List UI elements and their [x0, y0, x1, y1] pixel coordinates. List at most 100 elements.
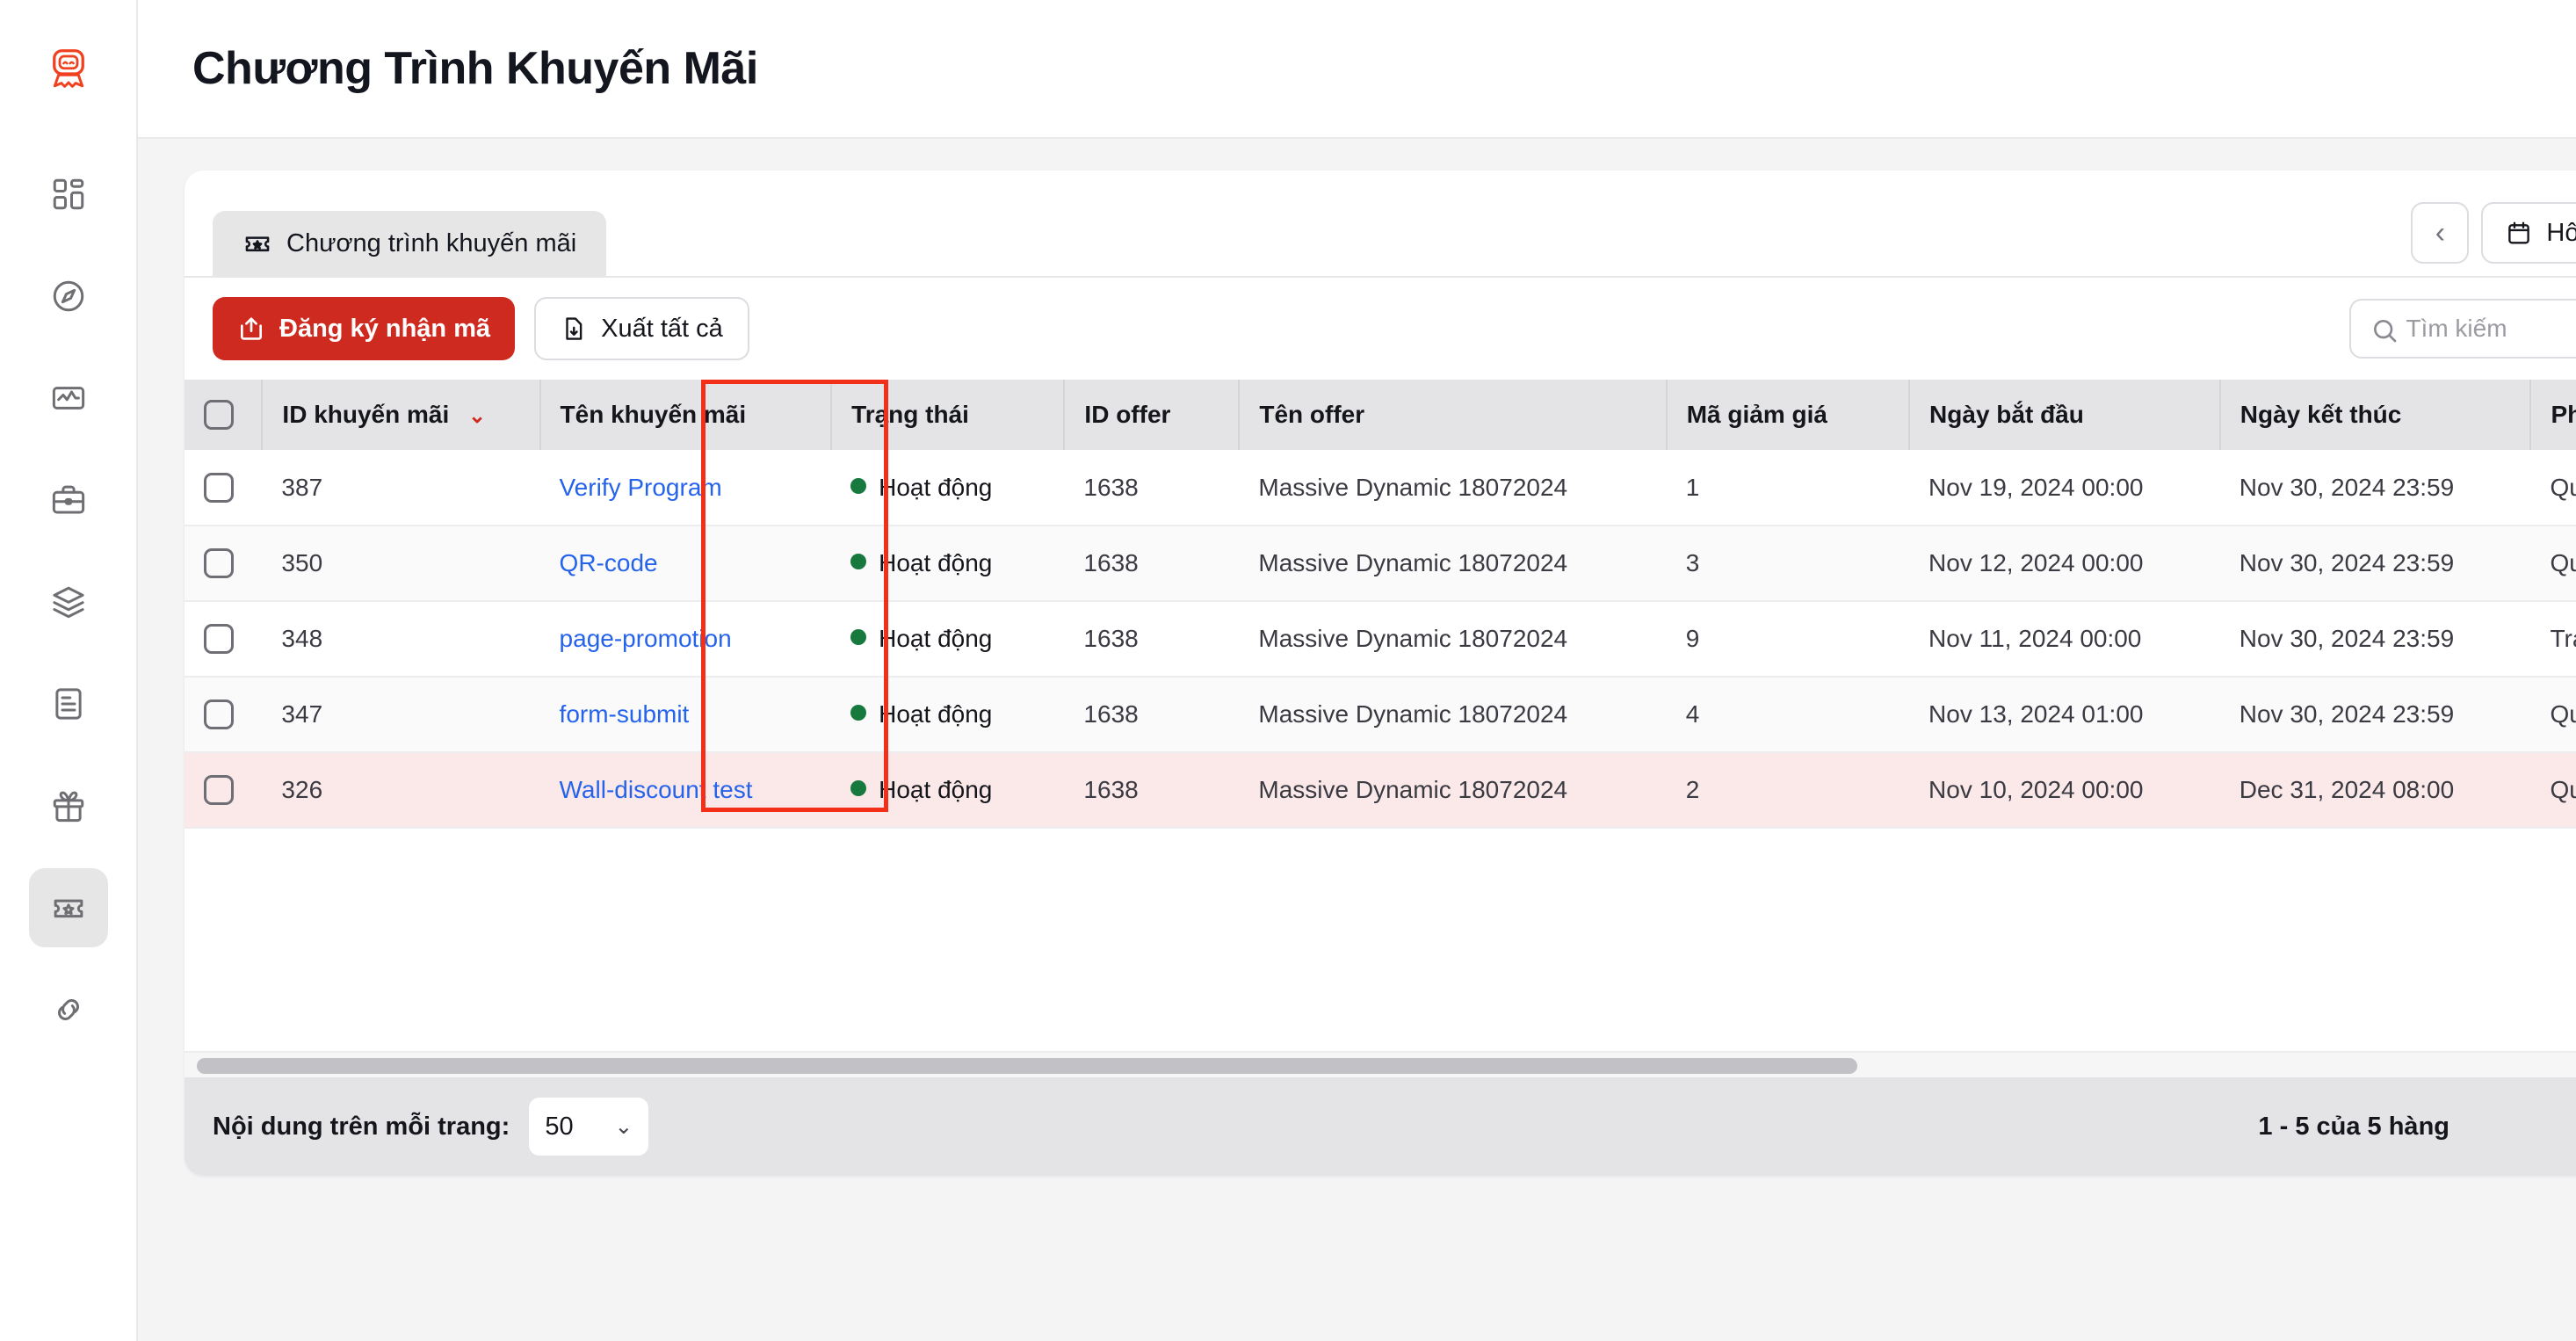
- cell-offer-id: 1638: [1064, 601, 1240, 678]
- cell-offer-name: Massive Dynamic 18072024: [1239, 526, 1667, 602]
- cell-promotion-name[interactable]: Wall-discount test: [539, 752, 832, 829]
- search-input[interactable]: [2406, 315, 2576, 343]
- row-checkbox[interactable]: [204, 624, 234, 655]
- th-promotion-name[interactable]: Tên khuyến mãi: [539, 380, 833, 450]
- pagination: 1 - 5 của 5 hàng « ‹ 1 › »: [2258, 1099, 2576, 1154]
- sidebar-item-documents[interactable]: [29, 664, 108, 743]
- cell-discount-code: 3: [1666, 526, 1910, 602]
- th-promotion-id[interactable]: ID khuyến mãi ⌄: [262, 380, 541, 450]
- cell-checkbox[interactable]: [185, 601, 263, 678]
- per-page-value: 50: [545, 1112, 574, 1141]
- table-row[interactable]: 387 Verify Program Hoạt động 1638 Massiv…: [185, 450, 2576, 526]
- cell-discount-code: 9: [1666, 601, 1910, 678]
- cell-start-date: Nov 13, 2024 01:00: [1909, 677, 2220, 753]
- th-offer-id[interactable]: ID offer: [1064, 380, 1241, 450]
- sidebar-item-analytics[interactable]: [29, 359, 108, 438]
- date-range-value: Hôm nay: Nov 25, 2024: [2546, 218, 2576, 247]
- select-all-checkbox[interactable]: [204, 400, 234, 431]
- sidebar-item-layers[interactable]: [29, 562, 108, 642]
- th-discount-code[interactable]: Mã giảm giá: [1666, 380, 1911, 450]
- cell-promotion-name[interactable]: form-submit: [539, 677, 832, 753]
- per-page-label: Nội dung trên mỗi trang:: [213, 1112, 510, 1141]
- th-end-date[interactable]: Ngày kết thúc: [2219, 380, 2532, 450]
- row-checkbox[interactable]: [204, 775, 234, 806]
- th-offer-name[interactable]: Tên offer: [1239, 380, 1668, 450]
- cell-promotion-id: 348: [262, 601, 540, 678]
- briefcase-icon: [52, 485, 84, 514]
- table-row[interactable]: 348 page-promotion Hoạt động 1638 Massiv…: [185, 601, 2576, 678]
- sidebar-nav: [28, 139, 108, 1049]
- cell-checkbox[interactable]: [185, 677, 263, 753]
- table-row[interactable]: 350 QR-code Hoạt động 1638 Massive Dynam…: [185, 526, 2576, 602]
- cell-promotion-name[interactable]: page-promotion: [539, 601, 832, 678]
- cell-access-method: Quảng cáo trực tiếp: [2530, 526, 2576, 602]
- sidebar-item-gifts[interactable]: [29, 766, 108, 845]
- cell-end-date: Nov 30, 2024 23:59: [2219, 526, 2531, 602]
- sidebar-item-promotions[interactable]: [28, 868, 108, 947]
- cell-checkbox[interactable]: [185, 526, 263, 602]
- register-code-button[interactable]: Đăng ký nhận mã: [213, 297, 516, 360]
- page-title: Chương Trình Khuyến Mãi: [192, 43, 758, 94]
- row-checkbox[interactable]: [204, 548, 234, 579]
- cell-access-method: Quảng cáo theo biểu mẫu: [2530, 677, 2576, 753]
- share-export-icon: [241, 317, 262, 340]
- cell-offer-id: 1638: [1064, 450, 1240, 526]
- date-prev-button[interactable]: ‹: [2411, 202, 2470, 264]
- table-scroll-region[interactable]: ID khuyến mãi ⌄ Tên khuyến mãi Trạng thá…: [185, 380, 2576, 1051]
- cell-status: Hoạt động: [831, 526, 1065, 602]
- cell-status: Hoạt động: [831, 601, 1065, 678]
- export-all-label: Xuất tất cả: [601, 314, 723, 343]
- chevron-down-icon: ⌄: [614, 1114, 633, 1139]
- cell-promotion-id: 387: [262, 450, 540, 526]
- table-row[interactable]: 326 Wall-discount test Hoạt động 1638 Ma…: [185, 752, 2576, 829]
- date-range-picker[interactable]: Hôm nay: Nov 25, 2024 ⌄: [2481, 202, 2576, 264]
- cell-discount-code: 2: [1666, 752, 1910, 829]
- status-label: Hoạt động: [879, 700, 993, 728]
- document-icon: [54, 688, 82, 720]
- sort-chevron-down-icon[interactable]: ⌄: [468, 404, 486, 428]
- export-all-button[interactable]: Xuất tất cả: [534, 297, 749, 360]
- table-row[interactable]: 347 form-submit Hoạt động 1638 Massive D…: [185, 677, 2576, 753]
- sidebar-item-dashboard[interactable]: [29, 155, 108, 234]
- link-icon: [57, 999, 79, 1020]
- cell-status: Hoạt động: [831, 450, 1065, 526]
- tab-list: Chương trình khuyến mãi: [213, 211, 607, 276]
- row-checkbox[interactable]: [204, 699, 234, 730]
- cell-checkbox[interactable]: [185, 450, 263, 526]
- sidebar-item-explore[interactable]: [29, 257, 108, 336]
- cell-promotion-name[interactable]: Verify Program: [539, 450, 832, 526]
- table-body: 387 Verify Program Hoạt động 1638 Massiv…: [185, 450, 2576, 829]
- sidebar-item-business[interactable]: [29, 460, 108, 540]
- search-box[interactable]: [2349, 299, 2576, 359]
- cell-promotion-name[interactable]: QR-code: [539, 526, 832, 602]
- cell-status: Hoạt động: [831, 752, 1065, 829]
- actions-row: Đăng ký nhận mã Xuất tất cả Tìm kiếm: [185, 278, 2576, 380]
- cell-end-date: Nov 30, 2024 23:59: [2219, 677, 2531, 753]
- cell-access-method: Trang quảng cáo: [2530, 601, 2576, 678]
- sidebar-item-links[interactable]: [29, 970, 108, 1049]
- cell-end-date: Dec 31, 2024 08:00: [2219, 752, 2531, 829]
- cell-offer-id: 1638: [1064, 526, 1240, 602]
- cell-access-method: Quảng cáo trên bảng tin: [2530, 450, 2576, 526]
- app-logo[interactable]: [0, 0, 136, 139]
- cell-offer-id: 1638: [1064, 752, 1240, 829]
- status-dot-icon: [850, 705, 867, 721]
- top-header: Chương Trình Khuyến Mãi ★ Tiếng Việt 30: [138, 0, 2576, 139]
- cell-checkbox[interactable]: [185, 752, 263, 829]
- promotions-table: ID khuyến mãi ⌄ Tên khuyến mãi Trạng thá…: [185, 380, 2576, 829]
- status-dot-icon: [850, 780, 867, 796]
- horizontal-scrollbar[interactable]: [185, 1051, 2576, 1077]
- row-checkbox[interactable]: [204, 472, 234, 503]
- cell-access-method: Quảng cáo trên bảng tin: [2530, 752, 2576, 829]
- per-page-select[interactable]: 50 ⌄: [529, 1098, 649, 1156]
- cell-start-date: Nov 19, 2024 00:00: [1909, 450, 2220, 526]
- status-label: Hoạt động: [879, 549, 993, 576]
- th-select-all[interactable]: [185, 380, 264, 450]
- th-status[interactable]: Trạng thái: [831, 380, 1066, 450]
- tab-promotion-programs[interactable]: Chương trình khuyến mãi: [213, 211, 607, 276]
- th-start-date[interactable]: Ngày bắt đầu: [1909, 380, 2221, 450]
- th-access-method[interactable]: Phương thức truy cập: [2530, 380, 2576, 450]
- scrollbar-thumb[interactable]: [197, 1058, 1857, 1074]
- search-icon: [2374, 320, 2397, 343]
- cell-promotion-id: 350: [262, 526, 540, 602]
